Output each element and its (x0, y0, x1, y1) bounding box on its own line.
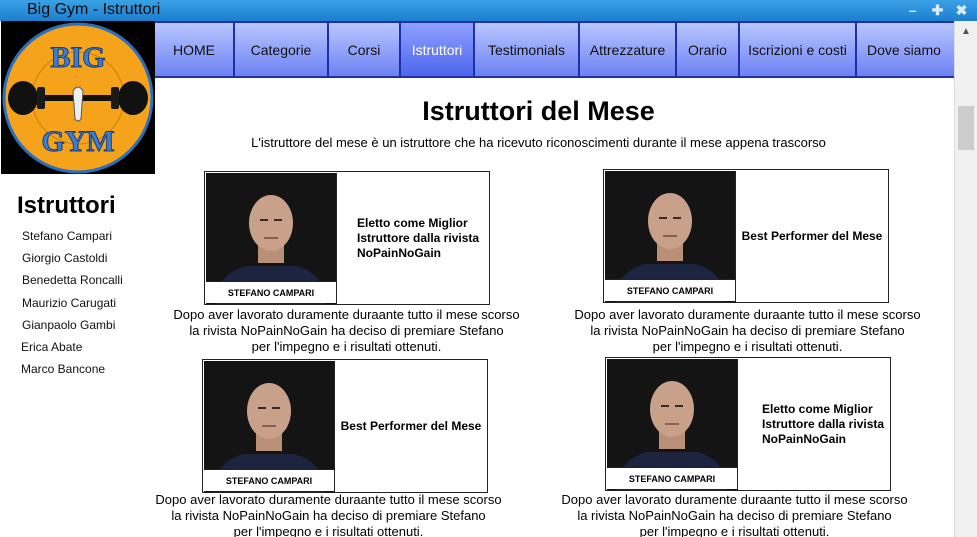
nav-item-testimonials[interactable]: Testimonials (475, 23, 580, 76)
scrollbar-thumb[interactable] (958, 106, 974, 150)
main-nav: HOME Categorie Corsi Istruttori Testimon… (155, 21, 954, 78)
sidebar-link-giorgio-castoldi[interactable]: Giorgio Castoldi (22, 251, 107, 265)
instructor-description: Dopo aver lavorato duramente duraante tu… (173, 307, 520, 355)
instructor-description: Dopo aver lavorato duramente duraante tu… (561, 492, 908, 537)
description-line: per l'impegno e i risultati ottenuti. (251, 339, 442, 354)
nav-item-attrezzature[interactable]: Attrezzature (580, 23, 677, 76)
instructor-description: Dopo aver lavorato duramente duraante tu… (155, 492, 502, 537)
nav-item-istruttori[interactable]: Istruttori (401, 23, 475, 76)
logo-text-bottom: GYM (41, 125, 114, 158)
sidebar-link-marco-bancone[interactable]: Marco Bancone (21, 362, 105, 376)
description-line: la rivista NoPainNoGain ha deciso di pre… (590, 323, 905, 338)
app-window: Big Gym - Istruttori – ✚ ✖ BIG GYM HOME … (0, 0, 977, 537)
nav-item-iscrizioni[interactable]: Iscrizioni e costi (740, 23, 857, 76)
instructor-photo-caption: STEFANO CAMPARI (605, 279, 736, 301)
gym-logo-graphic: BIG GYM (1, 21, 155, 174)
sidebar-link-stefano-campari[interactable]: Stefano Campari (22, 229, 112, 243)
sidebar-link-benedetta-roncalli[interactable]: Benedetta Roncalli (22, 273, 123, 287)
chevron-up-icon[interactable]: ▲ (955, 21, 977, 43)
sidebar-link-erica-abate[interactable]: Erica Abate (21, 340, 82, 354)
award-label: Eletto come Miglior Istruttore dalla riv… (762, 401, 885, 446)
instructor-card: STEFANO CAMPARI Eletto come Miglior Istr… (204, 171, 490, 305)
description-line: la rivista NoPainNoGain ha deciso di pre… (577, 508, 892, 523)
nav-item-orario[interactable]: Orario (677, 23, 740, 76)
nav-item-corsi[interactable]: Corsi (329, 23, 401, 76)
instructor-card: STEFANO CAMPARI Best Performer del Mese (202, 359, 488, 493)
sidebar-title: Istruttori (17, 192, 116, 219)
award-label: Best Performer del Mese (340, 418, 482, 433)
gym-logo[interactable]: BIG GYM (1, 21, 155, 174)
description-line: Dopo aver lavorato duramente duraante tu… (155, 492, 502, 507)
description-line: per l'impegno e i risultati ottenuti. (652, 339, 843, 354)
award-text: Eletto come Miglior Istruttore dalla riv… (742, 358, 886, 490)
description-line: la rivista NoPainNoGain ha deciso di pre… (189, 323, 504, 338)
instructor-photo-caption: STEFANO CAMPARI (607, 467, 738, 489)
award-text: Best Performer del Mese (740, 170, 884, 302)
instructor-photo-caption: STEFANO CAMPARI (206, 281, 337, 303)
maximize-icon[interactable]: ✚ (927, 2, 948, 19)
description-line: Dopo aver lavorato duramente duraante tu… (561, 492, 908, 507)
description-line: Dopo aver lavorato duramente duraante tu… (173, 307, 520, 322)
sidebar-link-maurizio-carugati[interactable]: Maurizio Carugati (22, 296, 116, 310)
page-subtitle: L'istruttore del mese è un istruttore ch… (251, 135, 826, 150)
vertical-scrollbar[interactable]: ▲ (954, 21, 977, 537)
award-label: Best Performer del Mese (741, 228, 883, 243)
title-bar: Big Gym - Istruttori – ✚ ✖ (0, 0, 977, 21)
nav-item-categorie[interactable]: Categorie (235, 23, 329, 76)
instructor-photo-caption: STEFANO CAMPARI (204, 469, 335, 491)
window-title: Big Gym - Istruttori (27, 1, 161, 18)
award-text: Eletto come Miglior Istruttore dalla riv… (341, 172, 485, 304)
description-line: Dopo aver lavorato duramente duraante tu… (574, 307, 921, 322)
instructor-card: STEFANO CAMPARI Best Performer del Mese (603, 169, 889, 303)
instructor-card: STEFANO CAMPARI Eletto come Miglior Istr… (605, 357, 891, 491)
description-line: la rivista NoPainNoGain ha deciso di pre… (171, 508, 486, 523)
logo-text-top: BIG (50, 41, 105, 74)
sidebar-link-gianpaolo-gambi[interactable]: Gianpaolo Gambi (22, 318, 115, 332)
nav-item-home[interactable]: HOME (155, 23, 235, 76)
page-title: Istruttori del Mese (422, 96, 655, 126)
minimize-icon[interactable]: – (902, 2, 923, 19)
instructor-description: Dopo aver lavorato duramente duraante tu… (574, 307, 921, 355)
close-icon[interactable]: ✖ (951, 2, 972, 19)
description-line: per l'impegno e i risultati ottenuti. (233, 524, 424, 537)
nav-item-dove-siamo[interactable]: Dove siamo (857, 23, 954, 76)
award-text: Best Performer del Mese (339, 360, 483, 492)
description-line: per l'impegno e i risultati ottenuti. (639, 524, 830, 537)
award-label: Eletto come Miglior Istruttore dalla riv… (357, 215, 480, 260)
